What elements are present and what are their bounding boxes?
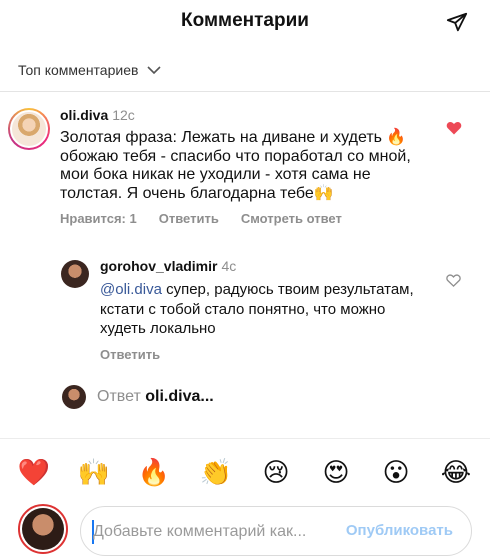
reply-to-prefix: Ответ <box>97 388 141 405</box>
reply-text: @oli.diva супер, радуюсь твоим результат… <box>100 280 420 339</box>
avatar[interactable] <box>61 260 89 288</box>
send-icon[interactable] <box>446 11 468 33</box>
heart-eyes-emoji-button[interactable]: 😍 <box>318 455 354 491</box>
avatar[interactable] <box>62 385 86 409</box>
reply-to-username: oli.diva... <box>145 388 214 405</box>
sort-label: Топ комментариев <box>18 62 139 78</box>
emoji-bar: ❤️ 🙌 🔥 👏 😢 😍 😮 😂 <box>0 455 490 491</box>
reply-username[interactable]: gorohov_vladimir <box>100 258 217 274</box>
fire-emoji-button[interactable]: 🔥 <box>136 455 172 491</box>
heart-icon[interactable] <box>446 121 462 135</box>
comment-username[interactable]: oli.diva <box>60 107 108 123</box>
comment-reply-button[interactable]: Ответить <box>159 211 219 226</box>
reply-time: 4с <box>221 258 237 274</box>
reply-item: gorohov_vladimir 4с @oli.diva супер, раду… <box>100 258 420 362</box>
heart-outline-icon[interactable] <box>446 274 461 287</box>
comment-composer: Опубликовать <box>80 506 472 556</box>
reply-reply-button[interactable]: Ответить <box>100 347 420 362</box>
astonished-face-emoji-button[interactable]: 😮 <box>378 455 414 491</box>
divider <box>0 438 490 439</box>
reply-to-link[interactable]: Ответ oli.diva... <box>97 388 214 406</box>
reply-mention[interactable]: @oli.diva <box>100 281 162 298</box>
avatar[interactable] <box>8 108 50 150</box>
comment-view-reply-button[interactable]: Смотреть ответ <box>241 211 342 226</box>
red-heart-emoji-button[interactable]: ❤️ <box>16 455 52 491</box>
chevron-down-icon <box>147 66 161 75</box>
raising-hands-emoji-button[interactable]: 🙌 <box>76 455 112 491</box>
page-title: Комментарии <box>181 10 309 31</box>
publish-button[interactable]: Опубликовать <box>346 522 453 539</box>
crying-face-emoji-button[interactable]: 😢 <box>258 455 294 491</box>
comment-item: oli.diva 12с Золотая фраза: Лежать на див… <box>60 107 432 226</box>
avatar[interactable] <box>18 504 68 554</box>
comment-likes[interactable]: Нравится: 1 <box>60 211 137 226</box>
joy-face-emoji-button[interactable]: 😂 <box>438 455 474 491</box>
comment-time: 12с <box>112 107 135 123</box>
sort-dropdown[interactable]: Топ комментариев <box>18 60 161 80</box>
divider <box>0 91 490 92</box>
comment-text: Золотая фраза: Лежать на диване и худеть… <box>60 129 411 202</box>
clapping-hands-emoji-button[interactable]: 👏 <box>198 455 234 491</box>
comment-input[interactable] <box>93 521 323 543</box>
header-bar: Комментарии <box>0 0 490 44</box>
